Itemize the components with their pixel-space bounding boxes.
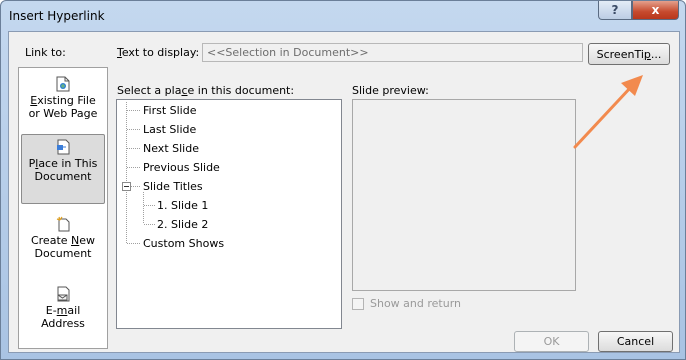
link-existing-file[interactable]: Existing File or Web Page: [21, 72, 105, 128]
pointer-arrow: [573, 75, 643, 149]
slide-preview-label: Slide preview:: [352, 84, 429, 97]
link-place-in-document[interactable]: Place in This Document: [21, 134, 105, 204]
tree-item-custom-shows[interactable]: Custom Shows: [143, 237, 224, 250]
tree-item-last-slide[interactable]: Last Slide: [143, 123, 196, 136]
place-label: Select a place in this document:: [117, 84, 295, 97]
create-new-document-icon: [56, 216, 70, 232]
show-and-return-label: Show and return: [370, 297, 462, 310]
tree-item-slide-1[interactable]: 1. Slide 1: [157, 199, 208, 212]
link-to-label: Link to:: [25, 46, 66, 59]
tree-item-next-slide[interactable]: Next Slide: [143, 142, 199, 155]
document-places-tree: First Slide Last Slide Next Slide Previo…: [116, 99, 342, 329]
show-and-return-checkbox[interactable]: [352, 298, 364, 310]
tree-item-slide-2[interactable]: 2. Slide 2: [157, 218, 208, 231]
tree-item-slide-titles[interactable]: Slide Titles: [143, 180, 203, 193]
help-button[interactable]: ?: [598, 1, 632, 20]
place-in-document-icon: [57, 139, 70, 155]
slide-preview-box: [352, 99, 576, 291]
tree-item-previous-slide[interactable]: Previous Slide: [143, 161, 220, 174]
tree-item-first-slide[interactable]: First Slide: [143, 104, 197, 117]
dialog-title: Insert Hyperlink: [9, 9, 105, 23]
close-button[interactable]: x: [632, 1, 679, 20]
link-email-address[interactable]: E-mail Address: [21, 282, 105, 342]
text-to-display-label: Text to display:: [117, 46, 200, 59]
screentip-button[interactable]: ScreenTip...: [588, 43, 670, 65]
cancel-button[interactable]: Cancel: [598, 331, 673, 352]
email-address-icon: [57, 286, 70, 302]
insert-hyperlink-dialog: Insert Hyperlink ? x Link to: Text to di…: [0, 0, 686, 360]
link-to-panel: Existing File or Web Page Place in This …: [18, 67, 108, 349]
ok-button[interactable]: OK: [514, 331, 589, 352]
existing-file-icon: [56, 76, 70, 92]
title-bar[interactable]: Insert Hyperlink ? x: [1, 1, 685, 31]
text-to-display-field[interactable]: <<Selection in Document>>: [202, 43, 583, 62]
link-create-new-document[interactable]: Create New Document: [21, 212, 105, 272]
